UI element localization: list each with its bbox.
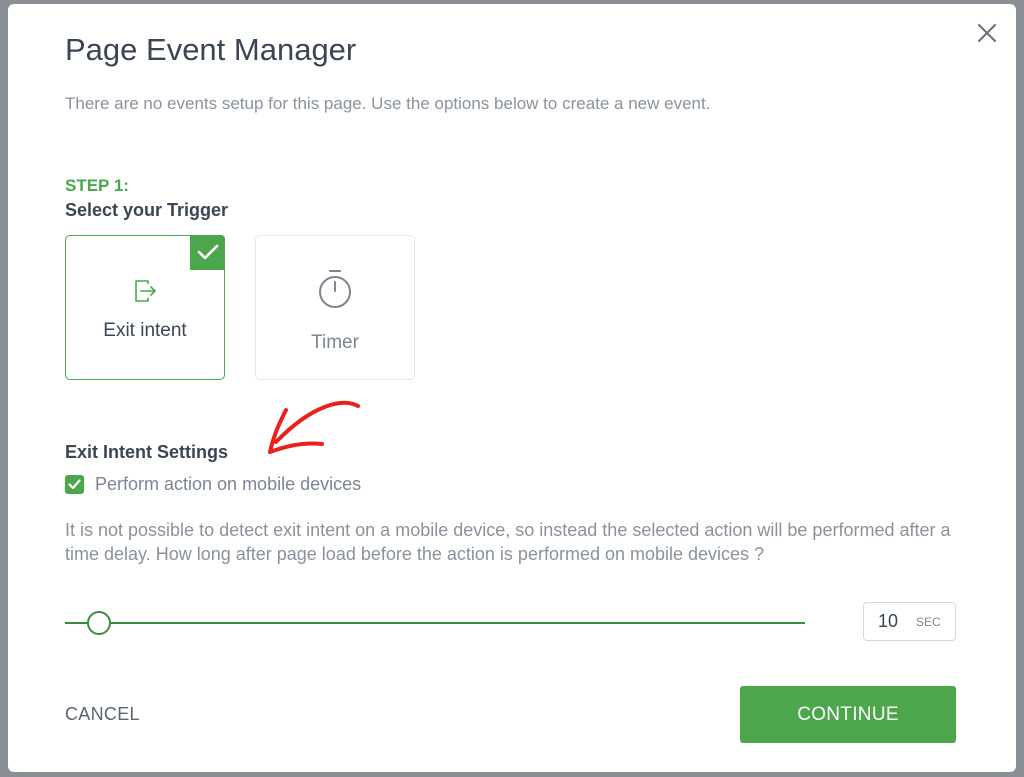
trigger-label-exit-intent: Exit intent <box>103 320 187 341</box>
cancel-button[interactable]: CANCEL <box>65 704 140 725</box>
trigger-label-timer: Timer <box>311 332 359 353</box>
selected-check-badge <box>190 235 225 270</box>
mobile-info-text: It is not possible to detect exit intent… <box>65 520 951 564</box>
delay-unit: SEC <box>916 614 941 629</box>
checkbox-check-icon <box>68 478 81 489</box>
modal-title: Page Event Manager <box>65 32 357 67</box>
slider-handle[interactable] <box>87 611 111 635</box>
close-icon <box>977 23 997 43</box>
exit-intent-settings-title: Exit Intent Settings <box>65 442 229 462</box>
annotation-arrow-icon <box>268 400 360 454</box>
trigger-card-timer[interactable]: Timer <box>255 235 415 380</box>
delay-number-field[interactable]: SEC <box>863 602 956 641</box>
continue-button[interactable]: CONTINUE <box>740 686 956 743</box>
delay-input[interactable] <box>878 611 908 632</box>
trigger-card-exit-intent[interactable]: Exit intent <box>65 235 225 380</box>
mobile-devices-checkbox-label: Perform action on mobile devices <box>95 473 362 494</box>
slider-track[interactable] <box>65 622 805 624</box>
page-event-manager-modal: Page Event Manager There are no events s… <box>8 4 1016 772</box>
modal-subtitle: There are no events setup for this page.… <box>65 94 711 113</box>
step-label: STEP 1: <box>65 176 129 195</box>
mobile-devices-checkbox-row[interactable]: Perform action on mobile devices <box>65 472 361 496</box>
step-title: Select your Trigger <box>65 200 229 220</box>
delay-slider[interactable] <box>65 607 805 639</box>
stopwatch-icon <box>256 268 414 315</box>
check-icon <box>197 244 219 260</box>
exit-icon <box>66 278 224 309</box>
close-button[interactable] <box>974 20 1000 46</box>
mobile-devices-checkbox[interactable] <box>65 474 84 494</box>
